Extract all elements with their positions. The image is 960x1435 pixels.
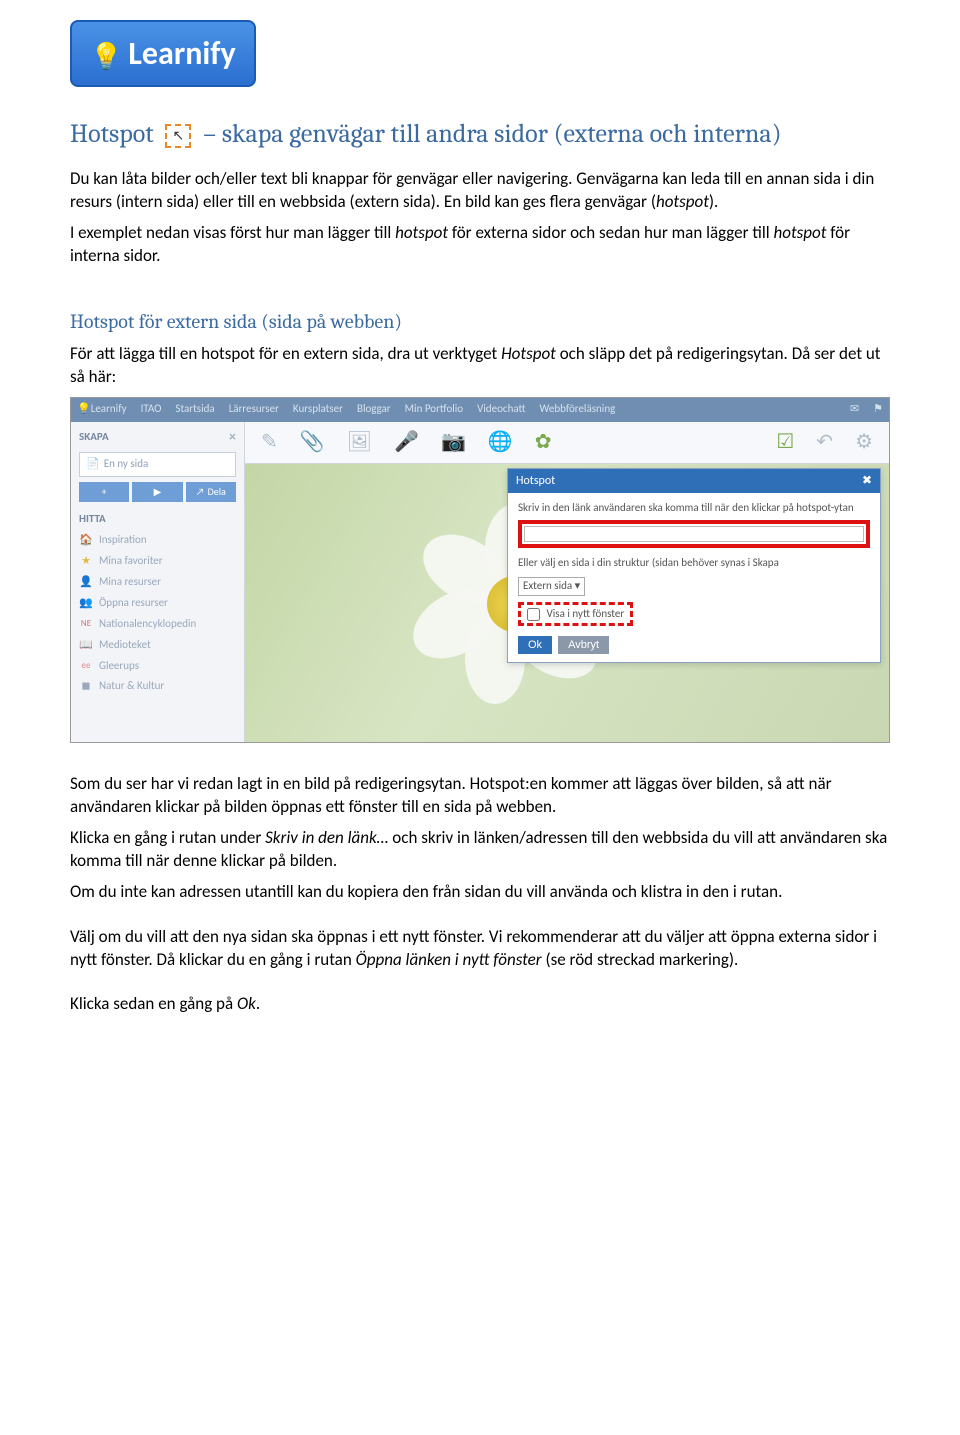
subtitle-paragraph: För att lägga till en hotspot för en ext… xyxy=(70,343,890,389)
nav-item[interactable]: Webbföreläsning xyxy=(540,402,616,417)
nav-brand: 💡Learnify xyxy=(77,402,127,417)
pencil-icon[interactable]: ✎ xyxy=(261,429,278,456)
cancel-button[interactable]: Avbryt xyxy=(558,636,609,654)
image-icon[interactable]: 🖼 xyxy=(347,429,372,456)
mail-icon[interactable]: ✉ xyxy=(850,402,859,417)
nav-item[interactable]: Min Portfolio xyxy=(405,402,463,417)
learnify-logo: 💡Learnify xyxy=(70,20,256,87)
gear-icon[interactable]: ⚙ xyxy=(855,429,873,456)
dialog-label-link: Skriv in den länk användaren ska komma t… xyxy=(518,501,870,516)
after-paragraph-1: Som du ser har vi redan lagt in en bild … xyxy=(70,773,890,819)
after-paragraph-3: Om du inte kan adressen utantill kan du … xyxy=(70,881,890,904)
intro-paragraph-2: I exemplet nedan visas först hur man läg… xyxy=(70,222,890,268)
checkbox-highlight: Visa i nytt fönster xyxy=(518,602,633,627)
after-paragraph-4: Välj om du vill att den nya sidan ska öp… xyxy=(70,926,890,972)
flag-icon[interactable]: ⚑ xyxy=(873,402,883,417)
bulb-icon: 💡 xyxy=(90,39,122,74)
square-icon: ◼ xyxy=(79,679,93,694)
sidebar: SKAPA × 📄 En ny sida + ▶ ↗ Dela HITTA 🏠I… xyxy=(71,422,245,742)
nav-item[interactable]: Lärresurser xyxy=(229,402,279,417)
new-window-checkbox[interactable] xyxy=(527,608,540,621)
play-button[interactable]: ▶ xyxy=(132,482,182,502)
users-icon: 👥 xyxy=(79,596,93,611)
main-area: ✎ 📎 🖼 🎤 📷 🌐 ✿ ☑ ↶ ⚙ xyxy=(245,422,889,742)
close-icon[interactable]: × xyxy=(229,428,236,447)
link-input[interactable] xyxy=(524,526,864,542)
user-icon: 👤 xyxy=(79,575,93,590)
sidebar-item[interactable]: eeGleerups xyxy=(79,656,236,677)
page-title: Hotspot ↖ – skapa genvägar till andra si… xyxy=(70,117,890,152)
link-input-highlight xyxy=(518,520,870,548)
app-screenshot: 💡Learnify ITAO Startsida Lärresurser Kur… xyxy=(70,397,890,743)
new-page-input[interactable]: 📄 En ny sida xyxy=(79,452,236,477)
ne-icon: NE xyxy=(79,618,93,630)
puzzle-icon[interactable]: ✿ xyxy=(535,429,552,456)
nav-item[interactable]: Bloggar xyxy=(357,402,391,417)
skapa-header: SKAPA × xyxy=(79,428,236,447)
page-select[interactable]: Extern sida ▾ xyxy=(518,577,585,596)
sidebar-item[interactable]: 👤Mina resurser xyxy=(79,572,236,593)
sidebar-item[interactable]: 📖Medioteket xyxy=(79,635,236,656)
book-icon: 📖 xyxy=(79,638,93,653)
dialog-close-icon[interactable]: ✖ xyxy=(862,473,872,489)
after-paragraph-2: Klicka en gång i rutan under Skriv in de… xyxy=(70,827,890,873)
top-nav: 💡Learnify ITAO Startsida Lärresurser Kur… xyxy=(71,398,889,422)
attach-icon[interactable]: 📎 xyxy=(300,429,325,456)
nav-item[interactable]: Kursplatser xyxy=(293,402,343,417)
nav-item[interactable]: ITAO xyxy=(141,402,162,417)
after-paragraph-5: Klicka sedan en gång på Ok. xyxy=(70,993,890,1016)
ee-icon: ee xyxy=(79,660,93,672)
ok-button[interactable]: Ok xyxy=(518,636,552,654)
sidebar-item[interactable]: 🏠Inspiration xyxy=(79,530,236,551)
dialog-label-struct: Eller välj en sida i din struktur (sidan… xyxy=(518,556,870,571)
hotspot-dialog: Hotspot ✖ Skriv in den länk användaren s… xyxy=(507,468,881,664)
dialog-header: Hotspot ✖ xyxy=(508,469,880,493)
sidebar-item[interactable]: NENationalencyklopedin xyxy=(79,614,236,635)
home-icon: 🏠 xyxy=(79,533,93,548)
intro-paragraph-1: Du kan låta bilder och/eller text bli kn… xyxy=(70,168,890,214)
share-button[interactable]: ↗ Dela xyxy=(186,482,236,502)
star-icon: ★ xyxy=(79,554,93,569)
camera-icon[interactable]: 📷 xyxy=(441,429,466,456)
editor-toolbar: ✎ 📎 🖼 🎤 📷 🌐 ✿ ☑ ↶ ⚙ xyxy=(245,422,889,464)
nav-item[interactable]: Startsida xyxy=(175,402,214,417)
section-subtitle: Hotspot för extern sida (sida på webben) xyxy=(70,308,890,335)
sidebar-item[interactable]: ◼Natur & Kultur xyxy=(79,676,236,697)
globe-icon[interactable]: 🌐 xyxy=(488,429,513,456)
hotspot-icon: ↖ xyxy=(165,124,191,148)
nav-item[interactable]: Videochatt xyxy=(477,402,525,417)
page-icon: 📄 xyxy=(86,457,100,472)
mic-icon[interactable]: 🎤 xyxy=(394,429,419,456)
undo-icon[interactable]: ↶ xyxy=(816,429,833,456)
sidebar-item[interactable]: 👥Öppna resurser xyxy=(79,593,236,614)
add-button[interactable]: + xyxy=(79,482,129,502)
sidebar-item[interactable]: ★Mina favoriter xyxy=(79,551,236,572)
hitta-header: HITTA xyxy=(79,512,236,527)
check-icon[interactable]: ☑ xyxy=(776,429,794,456)
checkbox-label: Visa i nytt fönster xyxy=(547,607,625,620)
